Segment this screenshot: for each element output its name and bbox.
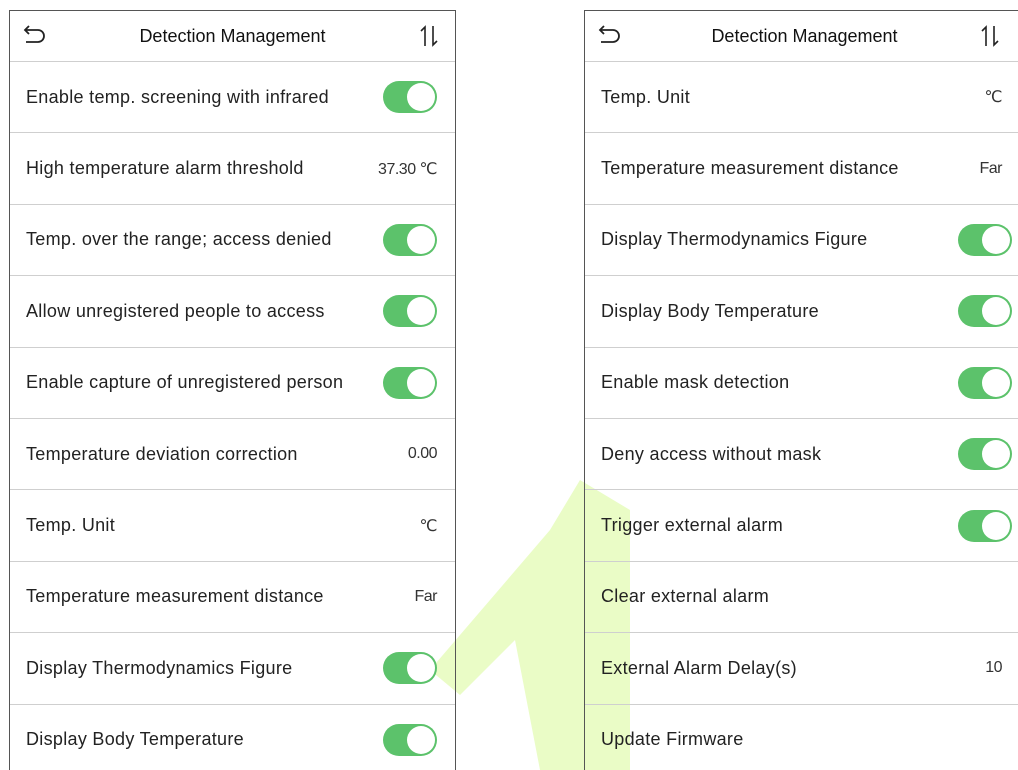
- row-label: Deny access without mask: [601, 443, 822, 464]
- row-value: ℃: [419, 517, 438, 535]
- toggle-switch[interactable]: [958, 295, 1012, 328]
- row-measurement-distance[interactable]: Temperature measurement distance Far: [10, 562, 455, 634]
- row-temp-over-range-denied[interactable]: Temp. over the range; access denied: [10, 205, 455, 277]
- row-label: Update Firmware: [601, 729, 744, 750]
- row-label: Temp. Unit: [601, 86, 691, 107]
- row-update-firmware[interactable]: Update Firmware: [585, 705, 1018, 770]
- toggle-knob: [982, 440, 1010, 469]
- row-enable-mask-detection[interactable]: Enable mask detection: [585, 348, 1018, 419]
- toggle-switch[interactable]: [383, 81, 437, 114]
- row-label: Temperature measurement distance: [601, 158, 899, 179]
- row-display-thermodynamics[interactable]: Display Thermodynamics Figure: [585, 205, 1018, 277]
- detection-management-screen-left: Detection Management Enable temp. screen…: [9, 10, 456, 770]
- toggle-knob: [982, 368, 1010, 397]
- row-temp-deviation-correction[interactable]: Temperature deviation correction 0.00: [10, 419, 455, 491]
- toggle-knob: [407, 225, 435, 254]
- row-value: Far: [979, 159, 1003, 177]
- row-label: Display Body Temperature: [26, 729, 244, 750]
- row-value: ℃: [984, 89, 1003, 107]
- row-value: Far: [414, 587, 438, 605]
- row-allow-unregistered[interactable]: Allow unregistered people to access: [10, 276, 455, 348]
- toggle-knob: [407, 297, 435, 326]
- toggle-knob: [407, 725, 435, 754]
- toggle-knob: [407, 368, 435, 397]
- toggle-knob: [982, 297, 1010, 326]
- toggle-switch[interactable]: [958, 509, 1012, 542]
- row-label: Display Thermodynamics Figure: [26, 657, 293, 678]
- header: Detection Management: [585, 11, 1018, 62]
- toggle-knob: [407, 83, 435, 112]
- row-label: Temperature measurement distance: [26, 586, 324, 607]
- row-label: Trigger external alarm: [601, 515, 783, 536]
- header: Detection Management: [10, 11, 455, 62]
- toggle-switch[interactable]: [958, 366, 1012, 399]
- row-label: Clear external alarm: [601, 586, 770, 607]
- back-arrow-icon[interactable]: [22, 23, 48, 49]
- row-label: Enable mask detection: [601, 372, 790, 393]
- row-label: Temp. Unit: [26, 515, 116, 536]
- row-label: Allow unregistered people to access: [26, 300, 325, 321]
- toggle-switch[interactable]: [958, 438, 1012, 471]
- toggle-switch[interactable]: [383, 295, 437, 328]
- row-label: Enable temp. screening with infrared: [26, 86, 329, 107]
- row-label: Display Thermodynamics Figure: [601, 229, 868, 250]
- sort-arrows-icon[interactable]: [978, 22, 1002, 50]
- detection-management-screen-right: Detection Management Temp. Unit ℃ Temper…: [584, 10, 1018, 770]
- row-deny-without-mask[interactable]: Deny access without mask: [585, 419, 1018, 491]
- toggle-switch[interactable]: [383, 723, 437, 756]
- row-display-thermodynamics[interactable]: Display Thermodynamics Figure: [10, 633, 455, 705]
- row-capture-unregistered[interactable]: Enable capture of unregistered person: [10, 348, 455, 419]
- toggle-switch[interactable]: [958, 223, 1012, 256]
- row-temp-unit[interactable]: Temp. Unit ℃: [10, 490, 455, 562]
- row-label: High temperature alarm threshold: [26, 158, 304, 179]
- toggle-switch[interactable]: [383, 366, 437, 399]
- toggle-knob: [982, 225, 1010, 254]
- sort-arrows-icon[interactable]: [417, 22, 441, 50]
- row-value: 0.00: [407, 445, 438, 463]
- page-title: Detection Management: [711, 25, 898, 46]
- page-title: Detection Management: [139, 25, 326, 46]
- toggle-knob: [407, 654, 435, 683]
- row-value: 37.30 ℃: [378, 160, 437, 178]
- row-measurement-distance[interactable]: Temperature measurement distance Far: [585, 133, 1018, 205]
- row-label: Display Body Temperature: [601, 300, 819, 321]
- toggle-switch[interactable]: [383, 223, 437, 256]
- row-external-alarm-delay[interactable]: External Alarm Delay(s) 10: [585, 633, 1018, 705]
- row-label: Temp. over the range; access denied: [26, 229, 332, 250]
- row-display-body-temp[interactable]: Display Body Temperature: [10, 705, 455, 770]
- row-high-temp-threshold[interactable]: High temperature alarm threshold 37.30 ℃: [10, 133, 455, 205]
- row-trigger-external-alarm[interactable]: Trigger external alarm: [585, 490, 1018, 562]
- toggle-switch[interactable]: [383, 652, 437, 685]
- row-clear-external-alarm[interactable]: Clear external alarm: [585, 562, 1018, 634]
- row-display-body-temp[interactable]: Display Body Temperature: [585, 276, 1018, 348]
- toggle-knob: [982, 511, 1010, 540]
- row-temp-unit[interactable]: Temp. Unit ℃: [585, 62, 1018, 134]
- row-label: Enable capture of unregistered person: [26, 372, 344, 393]
- row-label: External Alarm Delay(s): [601, 657, 797, 678]
- back-arrow-icon[interactable]: [597, 23, 623, 49]
- row-enable-temp-screening[interactable]: Enable temp. screening with infrared: [10, 62, 455, 134]
- row-label: Temperature deviation correction: [26, 443, 298, 464]
- row-value: 10: [985, 659, 1002, 677]
